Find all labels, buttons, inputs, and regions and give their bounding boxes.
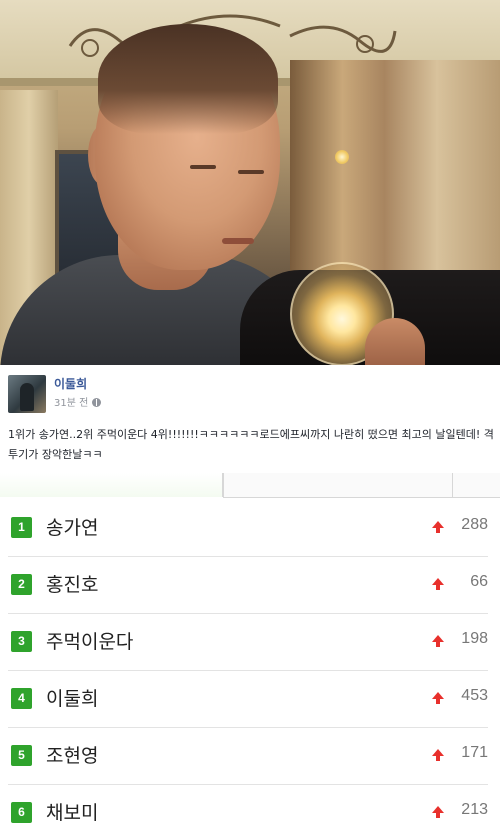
ranking-row[interactable]: 1 송가연 288 [8, 500, 488, 557]
arrow-up-icon [432, 692, 444, 704]
tab-active[interactable] [0, 473, 223, 497]
rank-number: 2 [11, 574, 32, 595]
rank-number: 1 [11, 517, 32, 538]
rank-number: 6 [11, 802, 32, 823]
rank-change: 171 [461, 744, 488, 761]
eye [190, 165, 216, 169]
lamp-light [335, 150, 349, 164]
rank-keyword[interactable]: 주먹이운다 [46, 627, 133, 654]
eye [238, 170, 264, 174]
mouth [222, 238, 254, 244]
arrow-up-icon [432, 749, 444, 761]
arrow-up-icon [432, 578, 444, 590]
rank-change: 453 [461, 687, 488, 704]
arrow-up-icon [432, 521, 444, 533]
ranking-row[interactable]: 6 채보미 213 [8, 785, 488, 832]
post-time-label[interactable]: 31분 전 [54, 398, 88, 409]
rank-keyword[interactable]: 홍진호 [46, 570, 98, 597]
rank-change: 198 [461, 630, 488, 647]
post-text: 1위가 송가연..2위 주먹이운다 4위!!!!!!!ㅋㅋㅋㅋㅋㅋ로드에프씨까지… [8, 428, 494, 461]
rank-keyword[interactable]: 이둘희 [46, 684, 98, 711]
ranking-row[interactable]: 4 이둘희 453 [8, 671, 488, 728]
post-time[interactable]: 31분 전 [54, 394, 102, 409]
post-author[interactable]: 이둘희 [54, 375, 87, 392]
tab-second[interactable] [223, 473, 453, 498]
rank-change: 66 [470, 573, 488, 590]
arrow-up-icon [432, 635, 444, 647]
avatar[interactable] [8, 375, 46, 413]
hair [98, 24, 278, 134]
ranking-tabs [0, 473, 500, 501]
tab-third[interactable] [452, 473, 500, 498]
rank-number: 5 [11, 745, 32, 766]
rank-keyword[interactable]: 조현영 [46, 741, 98, 768]
rank-keyword[interactable]: 채보미 [46, 798, 98, 825]
profile-photo [0, 0, 500, 365]
rank-change: 213 [461, 801, 488, 818]
rank-keyword[interactable]: 송가연 [46, 513, 98, 540]
globe-icon [92, 398, 102, 407]
facebook-post: 이둘희 31분 전 1위가 송가연..2위 주먹이운다 4위!!!!!!!ㅋㅋㅋ… [0, 365, 500, 473]
ranking-row[interactable]: 3 주먹이운다 198 [8, 614, 488, 671]
ranking-row[interactable]: 2 홍진호 66 [8, 557, 488, 614]
arrow-up-icon [432, 806, 444, 818]
ranking-row[interactable]: 5 조현영 171 [8, 728, 488, 785]
rank-number: 4 [11, 688, 32, 709]
rank-change: 288 [461, 516, 488, 533]
ranking-panel: 1 송가연 288 2 홍진호 66 3 주먹이운다 198 4 이둘희 453… [0, 473, 500, 832]
rank-number: 3 [11, 631, 32, 652]
